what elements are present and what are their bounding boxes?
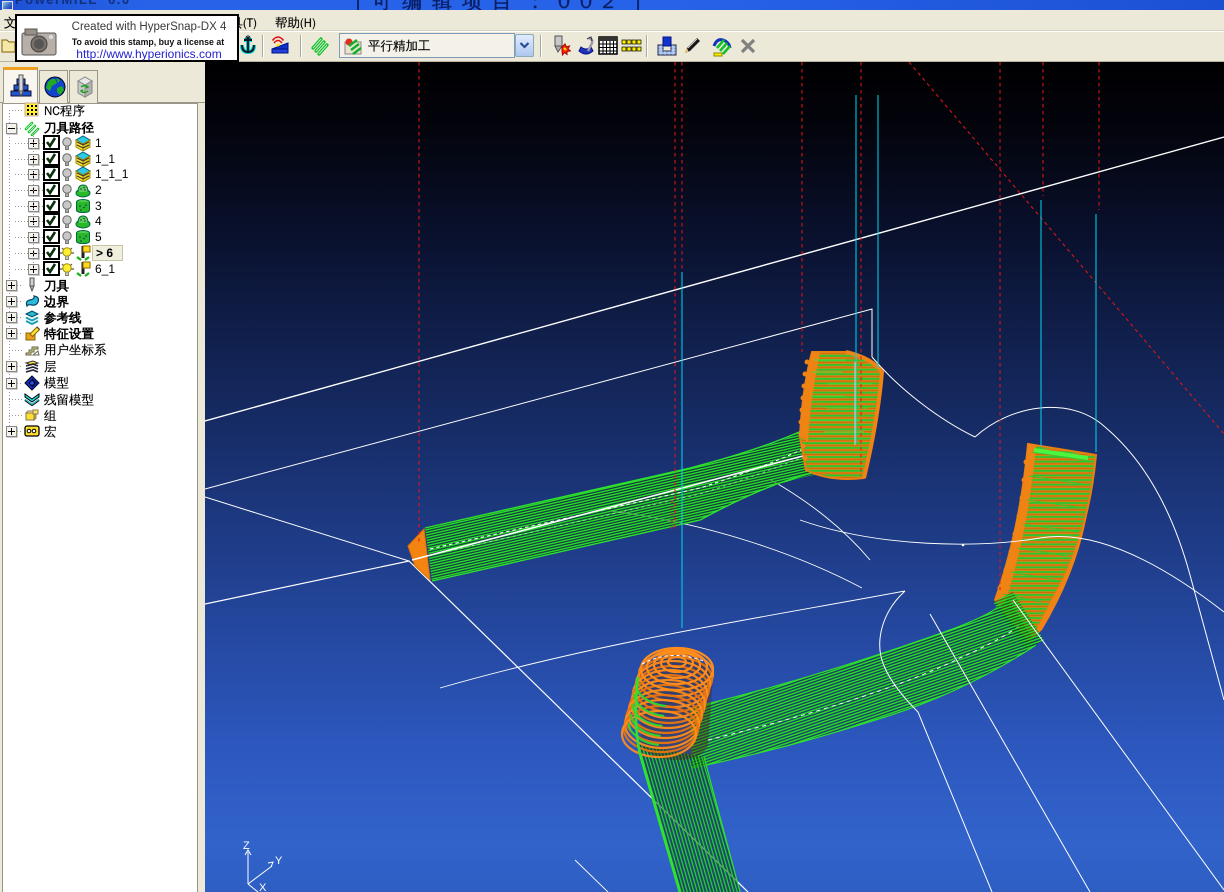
svg-text:Z: Z [243, 840, 250, 852]
svg-text:X: X [259, 882, 267, 892]
svg-text:Y: Y [275, 855, 283, 867]
